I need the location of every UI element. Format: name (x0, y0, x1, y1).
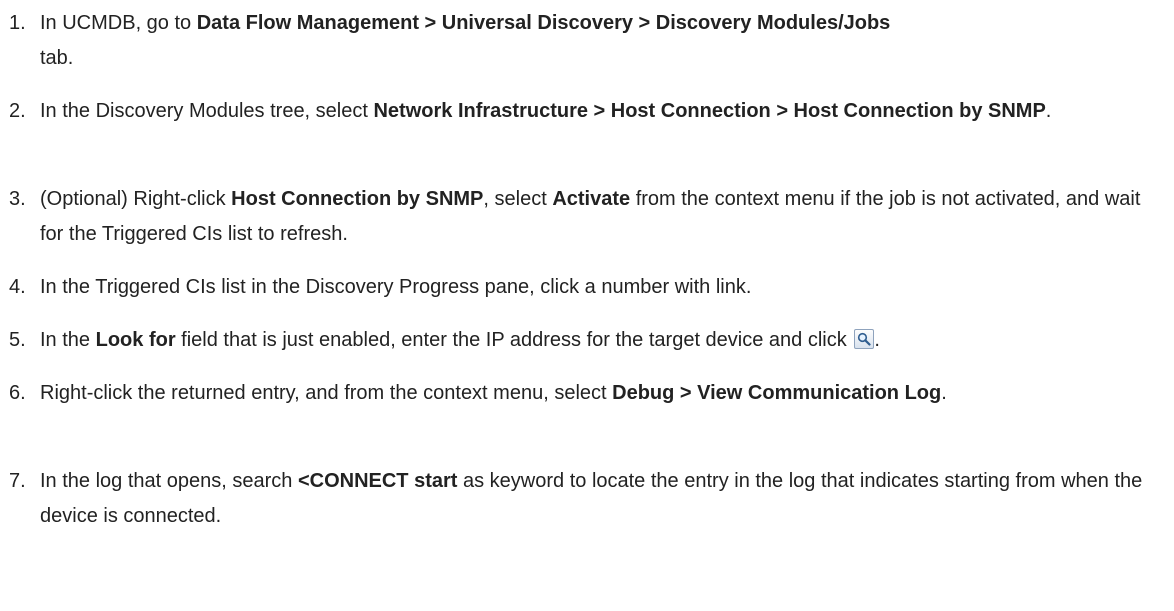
step-text: Right-click the returned entry, and from… (40, 376, 1160, 411)
step-text-segment: tab. (40, 47, 74, 69)
step-text-segment: field that is just enabled, enter the IP… (175, 329, 853, 351)
step-text-segment: . (1045, 100, 1052, 122)
step-number: 3. (9, 188, 26, 210)
job-name: Host Connection by SNMP (231, 188, 484, 210)
step-text-segment: (Optional) Right-click (40, 188, 232, 210)
step-text-segment: Right-click the returned entry, and from… (40, 382, 613, 404)
step-number: 7. (9, 470, 26, 492)
step-text: In the log that opens, search <CONNECT s… (40, 464, 1160, 534)
step-text-segment: In the log that opens, search (40, 470, 298, 492)
step-number: 6. (9, 382, 26, 404)
step-number: 5. (9, 329, 26, 351)
step-text-segment: In the Triggered CIs list in the Discove… (40, 276, 752, 298)
step-number: 1. (9, 12, 26, 34)
step-text-segment: . (941, 382, 947, 404)
step-text: In the Triggered CIs list in the Discove… (40, 270, 1160, 305)
search-icon (854, 329, 875, 349)
menu-path: Network Infrastructure > Host Connection… (373, 100, 1046, 122)
step-text-segment: In the (40, 329, 96, 351)
step-text-segment: In UCMDB, go to (40, 12, 197, 34)
step-text: In the Discovery Modules tree, select Ne… (40, 94, 1160, 129)
step-text-segment: . (874, 329, 880, 351)
menu-path: Data Flow Management > Universal Discove… (196, 12, 891, 34)
step-text-segment: In the Discovery Modules tree, select (40, 100, 374, 122)
step-text-segment: , select (483, 188, 553, 210)
menu-command: Activate (552, 188, 631, 210)
search-keyword: <CONNECT start (297, 470, 458, 492)
step-text: In UCMDB, go to Data Flow Management > U… (40, 6, 1160, 76)
magnifier-glyph (858, 332, 871, 346)
step-number: 4. (9, 276, 26, 298)
menu-path: Debug > View Communication Log (612, 382, 942, 404)
step-text: (Optional) Right-click Host Connection b… (40, 182, 1160, 252)
step-text: In the Look for field that is just enabl… (40, 323, 1160, 358)
field-name: Look for (95, 329, 176, 351)
step-number: 2. (9, 100, 26, 122)
